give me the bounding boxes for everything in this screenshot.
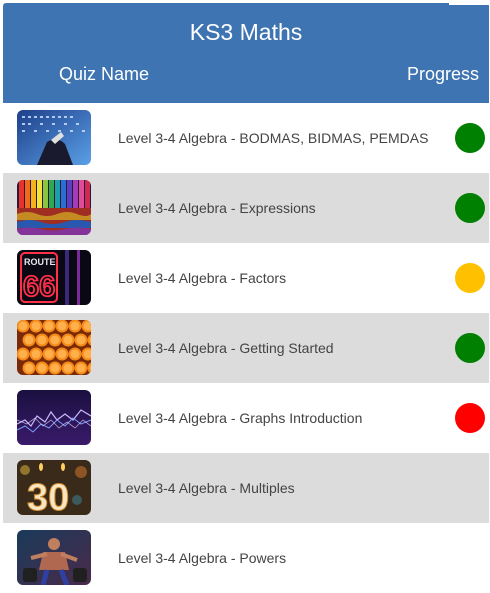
svg-text:66: 66 — [23, 271, 55, 303]
quiz-name: Level 3-4 Algebra - Expressions — [118, 200, 316, 216]
header: KS3 Maths Quiz Name Progress — [3, 3, 489, 103]
orange-slices-photo-thumbnail — [17, 320, 91, 375]
quiz-name: Level 3-4 Algebra - Graphs Introduction — [118, 410, 363, 426]
route-sign-text: ROUTE — [24, 257, 56, 267]
column-header-quiz-name: Quiz Name — [59, 64, 150, 84]
quiz-row[interactable]: ROUTE 66 Level 3-4 Algebra - Factors — [3, 243, 489, 313]
colored-pencils-photo-thumbnail — [17, 180, 91, 235]
quiz-app: KS3 Maths Quiz Name Progress Level 3-4 A… — [3, 3, 489, 593]
graph-lines-photo-thumbnail — [17, 390, 91, 445]
quiz-row[interactable]: Level 3-4 Algebra - BODMAS, BIDMAS, PEMD… — [3, 103, 489, 173]
progress-indicator — [455, 193, 485, 223]
quiz-name: Level 3-4 Algebra - Powers — [118, 550, 287, 566]
quiz-row[interactable]: 30 Level 3-4 Algebra - Multiples — [3, 453, 489, 523]
progress-indicator — [455, 333, 485, 363]
quiz-name: Level 3-4 Algebra - Multiples — [118, 480, 295, 496]
progress-indicator — [455, 403, 485, 433]
quiz-list: Level 3-4 Algebra - BODMAS, BIDMAS, PEMD… — [3, 103, 489, 593]
quiz-row[interactable]: Level 3-4 Algebra - Graphs Introduction — [3, 383, 489, 453]
quiz-name: Level 3-4 Algebra - Factors — [118, 270, 287, 286]
quiz-row[interactable]: Level 3-4 Algebra - Getting Started — [3, 313, 489, 383]
progress-indicator — [455, 263, 485, 293]
weightlifter-photo-thumbnail — [17, 530, 91, 585]
quiz-name: Level 3-4 Algebra - Getting Started — [118, 340, 334, 356]
calculator-photo-thumbnail — [17, 110, 91, 165]
progress-indicator — [455, 123, 485, 153]
header-edge — [449, 3, 489, 5]
app-title: KS3 Maths — [189, 19, 303, 45]
svg-text:30: 30 — [27, 477, 69, 515]
quiz-row[interactable]: Level 3-4 Algebra - Powers — [3, 523, 489, 593]
birthday-30-candles-photo-thumbnail: 30 — [17, 460, 91, 515]
route-66-neon-photo-thumbnail: ROUTE 66 — [17, 250, 91, 305]
column-header-progress: Progress — [406, 64, 479, 84]
quiz-name: Level 3-4 Algebra - BODMAS, BIDMAS, PEMD… — [118, 130, 429, 146]
quiz-row[interactable]: Level 3-4 Algebra - Expressions — [3, 173, 489, 243]
